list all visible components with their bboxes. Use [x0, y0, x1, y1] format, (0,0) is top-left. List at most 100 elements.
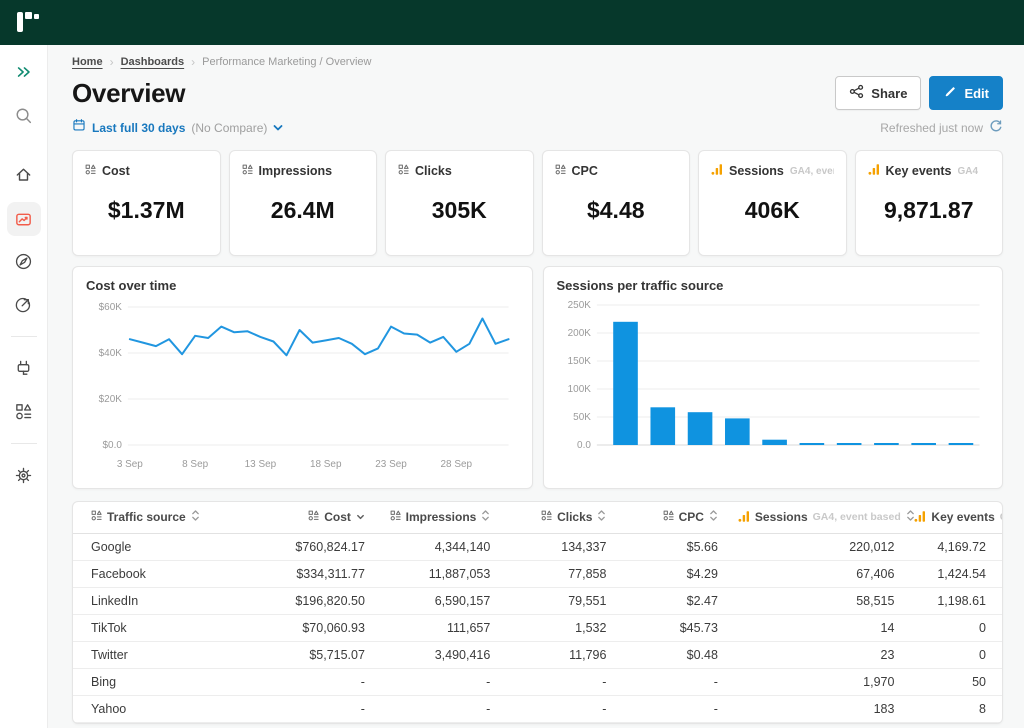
blend-icon: [541, 510, 552, 524]
breadcrumb-home[interactable]: Home: [72, 56, 103, 68]
column-header-cpc[interactable]: CPC: [616, 502, 728, 534]
kpi-label: Clicks: [415, 164, 452, 178]
svg-text:23 Sep: 23 Sep: [375, 459, 407, 470]
sidebar-item-home[interactable]: [8, 159, 40, 189]
value-cell: -: [616, 668, 728, 696]
column-header-traffic-source[interactable]: Traffic source: [73, 502, 259, 534]
column-label: Key events: [931, 510, 995, 525]
sidebar-item-dashboards[interactable]: [6, 202, 41, 236]
share-button-label: Share: [871, 85, 908, 101]
sort-desc-icon[interactable]: [356, 510, 365, 524]
column-source-suffix: GA4, event based: [812, 511, 901, 524]
compare-label: (No Compare): [191, 120, 268, 135]
svg-text:$40K: $40K: [99, 348, 123, 359]
value-cell: 220,012: [727, 533, 905, 561]
value-cell: $5.66: [616, 533, 728, 561]
svg-text:$20K: $20K: [99, 394, 123, 405]
value-cell: $0.48: [616, 641, 728, 669]
svg-text:100K: 100K: [567, 384, 591, 395]
bar: [687, 412, 712, 445]
ga4-icon: [868, 162, 880, 180]
ga4-icon: [711, 162, 723, 180]
value-cell: -: [258, 695, 375, 723]
svg-text:250K: 250K: [567, 300, 591, 311]
bar-chart-canvas: 0.0 50K 100K 150K 200K 250K: [567, 300, 980, 451]
bar: [724, 418, 750, 445]
share-button[interactable]: Share: [835, 76, 922, 110]
svg-text:0.0: 0.0: [577, 440, 591, 451]
value-cell: $760,824.17: [258, 533, 375, 561]
traffic-source-cell: Twitter: [73, 641, 259, 669]
sort-icon[interactable]: [906, 509, 915, 525]
column-header-key-events[interactable]: Key events GA4: [904, 502, 1002, 534]
value-cell: 23: [727, 641, 905, 669]
value-cell: 50: [904, 668, 1002, 696]
value-cell: -: [616, 695, 728, 723]
sort-icon[interactable]: [191, 509, 200, 525]
breadcrumb-current: Performance Marketing / Overview: [202, 56, 372, 68]
kpi-card-impressions: Impressions 26.4M: [228, 150, 377, 256]
table-row-linkedin: LinkedIn $196,820.50 6,590,157 79,551 $2.47 5…: [73, 587, 1002, 615]
date-range-filter[interactable]: Last full 30 days (No Compare): [72, 118, 283, 137]
sessions-per-traffic-source-chart: Sessions per traffic source 0.0 50K 100K 15…: [542, 266, 1003, 489]
value-cell: 1,198.61: [904, 587, 1002, 615]
value-cell: 111,657: [374, 614, 501, 642]
expand-sidebar-icon[interactable]: [8, 57, 40, 87]
value-cell: -: [500, 668, 617, 696]
column-label: Cost: [324, 510, 351, 525]
column-header-clicks[interactable]: Clicks: [500, 502, 617, 534]
share-icon: [849, 84, 864, 102]
settings-gear-icon[interactable]: [8, 460, 40, 490]
sidebar-item-connectors[interactable]: [8, 353, 40, 383]
column-header-impressions[interactable]: Impressions: [374, 502, 501, 534]
table-row-twitter: Twitter $5,715.07 3,490,416 11,796 $0.48 23 0: [73, 641, 1002, 669]
ga4-icon: [738, 510, 750, 525]
column-source-suffix: GA4: [1000, 511, 1002, 523]
sort-icon[interactable]: [597, 509, 606, 525]
funnel-logo[interactable]: [17, 11, 43, 34]
svg-text:28 Sep: 28 Sep: [441, 459, 473, 470]
kpi-row: Cost $1.37M Impressions 26.4M Clicks 305K CPC $…: [72, 150, 1003, 256]
blend-icon: [242, 162, 253, 180]
table-row-google: Google $760,824.17 4,344,140 134,337 $5.66 22…: [73, 533, 1002, 561]
refreshed-status: Refreshed just now: [880, 120, 983, 135]
kpi-card-clicks: Clicks 305K: [385, 150, 534, 256]
breadcrumb-dashboards[interactable]: Dashboards: [121, 56, 185, 68]
value-cell: 6,590,157: [374, 587, 501, 615]
value-cell: 67,406: [727, 560, 905, 588]
value-cell: 0: [904, 614, 1002, 642]
edit-button[interactable]: Edit: [929, 76, 1003, 110]
sidebar-item-explore[interactable]: [8, 246, 40, 276]
svg-text:$60K: $60K: [99, 302, 123, 313]
breadcrumb-separator: ›: [191, 55, 196, 69]
value-cell: 14: [727, 614, 905, 642]
kpi-card-cost: Cost $1.37M: [72, 150, 221, 256]
table-row-bing: Bing - - - -1,970 50: [73, 668, 1002, 696]
column-header-sessions[interactable]: Sessions GA4, event based: [727, 502, 914, 534]
sidebar-item-share-exports[interactable]: [8, 289, 40, 319]
search-icon[interactable]: [8, 100, 40, 130]
sort-icon[interactable]: [481, 509, 490, 525]
bar: [649, 407, 675, 445]
kpi-value: 26.4M: [270, 197, 335, 223]
svg-text:150K: 150K: [567, 356, 591, 367]
traffic-source-cell: TikTok: [73, 614, 259, 642]
sort-icon[interactable]: [709, 509, 718, 525]
value-cell: 3,490,416: [374, 641, 501, 669]
refresh-icon[interactable]: [989, 119, 1003, 136]
traffic-source-cell: LinkedIn: [73, 587, 259, 615]
date-range-label: Last full 30 days: [92, 120, 186, 135]
blend-icon: [398, 162, 409, 180]
svg-text:$0.0: $0.0: [103, 440, 123, 451]
value-cell: -: [258, 668, 375, 696]
app-header: [0, 0, 1024, 45]
column-label: Impressions: [405, 510, 477, 525]
value-cell: 4,344,140: [374, 533, 501, 561]
column-header-cost[interactable]: Cost: [258, 502, 375, 534]
column-label: Clicks: [557, 510, 593, 525]
sidebar-item-data-sources[interactable]: [8, 396, 40, 426]
value-cell: 0: [904, 641, 1002, 669]
ga4-icon: [914, 510, 926, 525]
main-content: Home › Dashboards › Performance Marketin…: [48, 45, 1024, 728]
value-cell: 79,551: [500, 587, 617, 615]
